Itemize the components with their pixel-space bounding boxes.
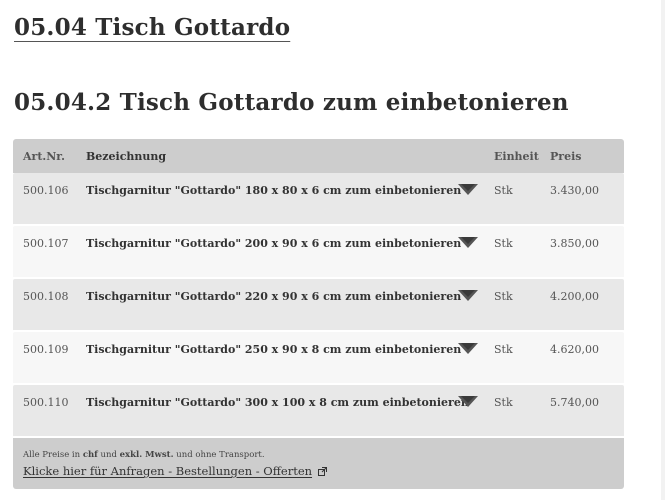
table-footer: Alle Preise in chf und exkl. Mwst. und o… bbox=[13, 438, 624, 489]
column-header-bezeichnung: Bezeichnung bbox=[86, 150, 167, 163]
cell-bezeichnung: Tischgarnitur "Gottardo" 200 x 90 x 6 cm… bbox=[86, 237, 462, 250]
table-header: Art.Nr. Bezeichnung Einheit Preis bbox=[13, 139, 624, 173]
column-header-artnr: Art.Nr. bbox=[23, 150, 65, 163]
table-row: 500.110 Tischgarnitur "Gottardo" 300 x 10… bbox=[13, 385, 624, 438]
table-row: 500.106 Tischgarnitur "Gottardo" 180 x 80… bbox=[13, 173, 624, 226]
column-header-preis: Preis bbox=[550, 150, 582, 163]
chevron-down-icon[interactable] bbox=[458, 184, 478, 195]
cell-einheit: Stk bbox=[494, 396, 513, 409]
chevron-down-icon[interactable] bbox=[458, 237, 478, 248]
cell-preis: 4.200,00 bbox=[550, 290, 599, 303]
cell-preis: 5.740,00 bbox=[550, 396, 599, 409]
table-row: 500.108 Tischgarnitur "Gottardo" 220 x 90… bbox=[13, 279, 624, 332]
cell-artnr: 500.108 bbox=[23, 290, 69, 303]
cell-artnr: 500.109 bbox=[23, 343, 69, 356]
inquiry-link[interactable]: Klicke hier für Anfragen - Bestellungen … bbox=[23, 464, 328, 479]
cell-artnr: 500.107 bbox=[23, 237, 69, 250]
cell-bezeichnung: Tischgarnitur "Gottardo" 180 x 80 x 6 cm… bbox=[86, 184, 462, 197]
cell-bezeichnung: Tischgarnitur "Gottardo" 220 x 90 x 6 cm… bbox=[86, 290, 462, 303]
cell-artnr: 500.106 bbox=[23, 184, 69, 197]
cell-artnr: 500.110 bbox=[23, 396, 69, 409]
external-link-icon bbox=[318, 465, 328, 479]
cell-preis: 4.620,00 bbox=[550, 343, 599, 356]
section-title: 05.04.2 Tisch Gottardo zum einbetonieren bbox=[14, 89, 569, 116]
cell-bezeichnung: Tischgarnitur "Gottardo" 250 x 90 x 8 cm… bbox=[86, 343, 462, 356]
chevron-down-icon[interactable] bbox=[458, 290, 478, 301]
column-header-einheit: Einheit bbox=[494, 150, 539, 163]
page-title: 05.04 Tisch Gottardo bbox=[14, 14, 291, 41]
chevron-down-icon[interactable] bbox=[458, 396, 478, 407]
cell-einheit: Stk bbox=[494, 343, 513, 356]
cell-einheit: Stk bbox=[494, 184, 513, 197]
price-table: Art.Nr. Bezeichnung Einheit Preis 500.10… bbox=[13, 139, 624, 489]
cell-preis: 3.430,00 bbox=[550, 184, 599, 197]
table-body: 500.106 Tischgarnitur "Gottardo" 180 x 80… bbox=[13, 173, 624, 438]
cell-einheit: Stk bbox=[494, 290, 513, 303]
table-row: 500.107 Tischgarnitur "Gottardo" 200 x 90… bbox=[13, 226, 624, 279]
cell-bezeichnung: Tischgarnitur "Gottardo" 300 x 100 x 8 c… bbox=[86, 396, 469, 409]
cell-einheit: Stk bbox=[494, 237, 513, 250]
cell-preis: 3.850,00 bbox=[550, 237, 599, 250]
chevron-down-icon[interactable] bbox=[458, 343, 478, 354]
scrollbar[interactable] bbox=[661, 0, 665, 500]
table-row: 500.109 Tischgarnitur "Gottardo" 250 x 90… bbox=[13, 332, 624, 385]
price-note: Alle Preise in chf und exkl. Mwst. und o… bbox=[23, 450, 265, 460]
